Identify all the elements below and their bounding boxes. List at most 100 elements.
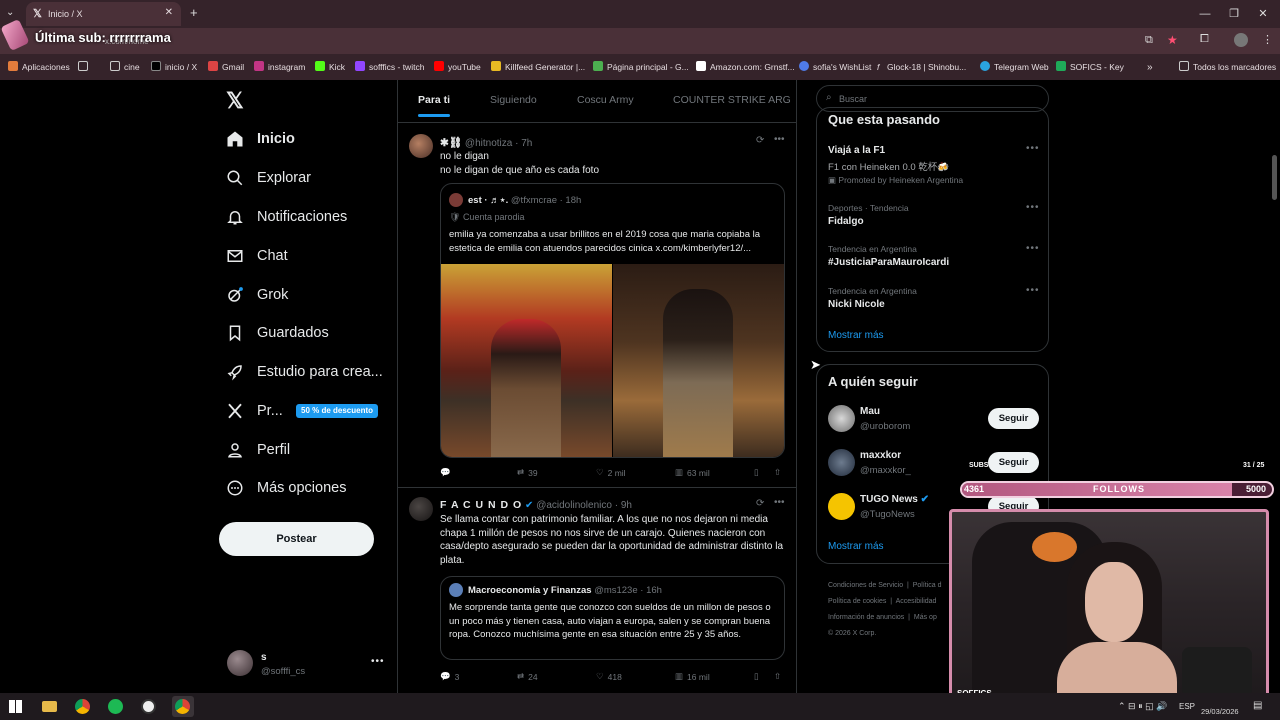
repost-button[interactable]: ⇄ 24	[517, 671, 538, 682]
tab-list-button[interactable]: ⌄	[6, 7, 14, 18]
follow-button[interactable]: Seguir	[988, 452, 1039, 473]
start-icon[interactable]	[9, 700, 22, 713]
nav-guardados[interactable]: Guardados	[226, 318, 329, 348]
menu-icon[interactable]: ⋮	[1262, 33, 1273, 46]
trend-more-icon[interactable]: •••	[1026, 143, 1040, 154]
tweet-author-handle[interactable]: @acidolinolenico	[536, 500, 612, 511]
bookmark-item[interactable]: Amazon.com: Grnstf...	[710, 62, 795, 72]
extensions-icon[interactable]: ⧠	[1200, 33, 1209, 46]
nav-inicio[interactable]: Inicio	[226, 124, 295, 154]
nav-chat[interactable]: Chat	[226, 241, 288, 271]
spotify-icon[interactable]	[108, 699, 123, 714]
quote-image-right[interactable]	[613, 264, 784, 457]
bookmark-item[interactable]: Glock-18 | Shinobu...	[887, 62, 966, 72]
trend-title[interactable]: Nicki Nicole	[828, 299, 885, 310]
nav-perfil[interactable]: Perfil	[226, 435, 290, 465]
tab-counter-strike-arg[interactable]: COUNTER STRIKE ARG	[673, 94, 791, 106]
all-bookmarks[interactable]: Todos los marcadores	[1193, 62, 1276, 72]
date-display[interactable]: 29/03/2026	[1201, 707, 1239, 716]
bookmark-item[interactable]: Telegram Web	[994, 62, 1049, 72]
browser-tab[interactable]: 𝕏 Inicio / X ✕	[26, 2, 181, 26]
show-more-follow[interactable]: Mostrar más	[828, 541, 884, 552]
show-more-trends[interactable]: Mostrar más	[828, 330, 884, 341]
tweet-time[interactable]: · 9h	[615, 500, 632, 511]
footer-link[interactable]: Política d	[913, 582, 942, 589]
file-explorer-icon[interactable]	[42, 701, 57, 712]
footer-link[interactable]: Política de cookies	[828, 598, 886, 605]
bookmark-item[interactable]: youTube	[448, 62, 481, 72]
trend-title[interactable]: #JusticiaParaMauroIcardi	[828, 257, 949, 268]
bookmark-item[interactable]: sofffics - twitch	[369, 62, 424, 72]
close-tab-icon[interactable]: ✕	[165, 7, 173, 18]
account-menu-icon[interactable]: •••	[371, 656, 385, 667]
nav-explorar[interactable]: Explorar	[226, 163, 311, 193]
search-input[interactable]: Buscar	[839, 94, 867, 104]
close-window-icon[interactable]: ✕	[1256, 7, 1270, 21]
nav-estudio[interactable]: Estudio para crea...	[226, 357, 383, 387]
nav-mas-opciones[interactable]: Más opciones	[226, 473, 346, 503]
grok-explain-icon[interactable]: ⟳	[756, 135, 764, 146]
chrome-icon[interactable]	[175, 699, 190, 714]
x-logo-icon[interactable]: 𝕏	[226, 88, 244, 114]
footer-link[interactable]: Información de anuncios	[828, 614, 904, 621]
tweet-more-icon[interactable]: •••	[774, 497, 785, 508]
bookmark-item[interactable]: cine	[124, 62, 140, 72]
views-button[interactable]: ▥ 63 mil	[675, 467, 710, 478]
reply-button[interactable]: 💬	[440, 467, 451, 478]
profile-avatar[interactable]	[1234, 33, 1248, 47]
more-bookmarks-icon[interactable]: »	[1147, 62, 1153, 73]
quote-image-left[interactable]	[441, 264, 612, 457]
trend-more-icon[interactable]: •••	[1026, 285, 1040, 296]
tweet-author-name[interactable]: ✱⛓	[440, 137, 462, 149]
tab-siguiendo[interactable]: Siguiendo	[490, 94, 537, 106]
obs-icon[interactable]	[141, 699, 156, 714]
like-button[interactable]: ♡ 2 mil	[596, 467, 626, 478]
trend-more-icon[interactable]: •••	[1026, 202, 1040, 213]
star-icon[interactable]: ★	[1167, 33, 1178, 47]
share-button[interactable]: ⇧	[774, 467, 781, 478]
repost-button[interactable]: ⇄ 39	[517, 467, 538, 478]
avatar[interactable]	[409, 134, 433, 158]
footer-link[interactable]: Condiciones de Servicio	[828, 582, 903, 589]
quoted-tweet[interactable]: Macroeconomía y Finanzas @ms123e · 16h M…	[440, 576, 785, 660]
nav-premium[interactable]: Pr...	[226, 396, 283, 426]
minimize-icon[interactable]: —	[1198, 7, 1212, 21]
share-button[interactable]: ⇧	[774, 671, 781, 682]
tweet-time[interactable]: · 7h	[515, 138, 532, 149]
footer-link[interactable]: Accesibilidad	[896, 598, 937, 605]
bookmark-item[interactable]: sofia's WishList	[813, 62, 871, 72]
bookmark-item[interactable]: Página principal - G...	[607, 62, 689, 72]
post-button[interactable]: Postear	[219, 522, 374, 556]
trend-title[interactable]: Fidalgo	[828, 216, 864, 227]
avatar[interactable]	[409, 497, 433, 521]
footer-link[interactable]: Más op	[914, 614, 937, 621]
bookmark-item[interactable]: Killfeed Generator |...	[505, 62, 585, 72]
install-icon[interactable]: ⧉	[1145, 34, 1153, 47]
tab-para-ti[interactable]: Para ti	[418, 94, 450, 106]
avatar[interactable]	[227, 650, 253, 676]
bookmark-item[interactable]: Aplicaciones	[22, 62, 70, 72]
trend-title[interactable]: Viajá a la F1	[828, 145, 885, 156]
tweet-author-handle[interactable]: @hitnotiza	[465, 138, 512, 149]
bookmark-item[interactable]: SOFICS - Key	[1070, 62, 1124, 72]
bookmark-item[interactable]: instagram	[268, 62, 305, 72]
suggested-name-wrap[interactable]: TUGO News ✔	[860, 494, 929, 505]
notification-icon[interactable]: ▤	[1253, 700, 1262, 711]
nav-grok[interactable]: Grok	[226, 280, 288, 310]
tweet-author-name[interactable]: F A C U N D O	[440, 499, 522, 511]
views-button[interactable]: ▥ 16 mil	[675, 671, 710, 682]
chrome-icon[interactable]	[75, 699, 90, 714]
bookmark-item[interactable]: Gmail	[222, 62, 244, 72]
new-tab-button[interactable]: +	[190, 5, 198, 20]
bookmark-item[interactable]: Kick	[329, 62, 345, 72]
avatar[interactable]	[828, 493, 855, 520]
avatar[interactable]	[828, 449, 855, 476]
suggested-name[interactable]: Mau	[860, 406, 880, 417]
tweet-more-icon[interactable]: •••	[774, 134, 785, 145]
bookmark-button[interactable]: ▯	[754, 671, 759, 682]
tray-icons[interactable]: ⌃ ⊟ ⏸ ◱ 🔊	[1118, 701, 1167, 712]
bookmark-item[interactable]: inicio / X	[165, 62, 197, 72]
tab-coscu-army[interactable]: Coscu Army	[577, 94, 634, 106]
language-indicator[interactable]: ESP	[1179, 702, 1195, 711]
reply-button[interactable]: 💬 3	[440, 671, 459, 682]
